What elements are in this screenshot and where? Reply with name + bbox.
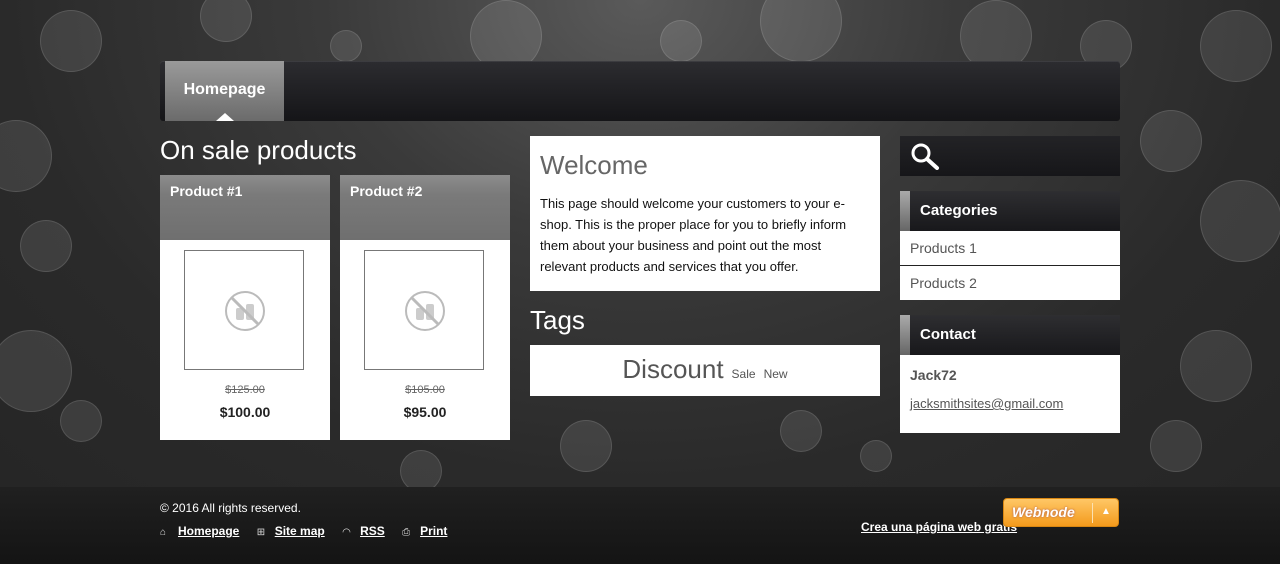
- product-card[interactable]: Product #1 $125.00 $100.00: [160, 175, 330, 440]
- contact-panel: Jack72 jacksmithsites@gmail.com: [900, 355, 1120, 433]
- print-icon: ⎙: [402, 527, 411, 538]
- chevron-up-icon[interactable]: ▲: [1101, 506, 1111, 517]
- footer-link-label: Print: [420, 524, 448, 538]
- product-name[interactable]: Product #2: [340, 175, 510, 240]
- product-old-price: $125.00: [225, 384, 265, 396]
- badge-divider: [1092, 503, 1093, 523]
- footer-link-homepage[interactable]: ⌂ Homepage: [160, 524, 239, 538]
- categories-heading: Categories: [900, 191, 1120, 231]
- copyright-text: © 2016 All rights reserved.: [160, 501, 301, 515]
- footer-link-label: Site map: [274, 524, 325, 538]
- create-website-link[interactable]: Crea una página web gratis: [861, 520, 1017, 534]
- sitemap-icon: ⊞: [256, 527, 266, 538]
- welcome-title: Welcome: [540, 150, 648, 180]
- search-box[interactable]: [900, 136, 1120, 176]
- contact-email-link[interactable]: jacksmithsites@gmail.com: [910, 396, 1110, 411]
- product-card[interactable]: Product #2 $105.00 $95.00: [340, 175, 510, 440]
- product-price: $95.00: [403, 404, 447, 420]
- tags-heading: Tags: [530, 305, 585, 335]
- welcome-text: This page should welcome your customers …: [540, 196, 847, 274]
- tag-link-new[interactable]: New: [764, 367, 788, 381]
- product-price: $100.00: [219, 404, 271, 420]
- tag-link-discount[interactable]: Discount: [622, 354, 723, 384]
- active-indicator-icon: [215, 113, 234, 121]
- product-image[interactable]: [184, 250, 304, 370]
- home-icon: ⌂: [160, 527, 167, 538]
- contact-heading: Contact: [900, 315, 1120, 355]
- rss-icon: ◠: [342, 527, 351, 538]
- webnode-badge[interactable]: Webnode ▲: [1003, 498, 1119, 527]
- product-old-price: $105.00: [405, 384, 445, 396]
- tag-cloud: Discount Sale New: [530, 345, 880, 396]
- main-navigation: Homepage: [160, 61, 1120, 121]
- footer-link-sitemap[interactable]: ⊞ Site map: [257, 524, 325, 538]
- footer-link-label: RSS: [360, 524, 385, 538]
- no-image-icon: [405, 291, 445, 331]
- nav-tab-label: Homepage: [183, 81, 266, 98]
- contact-name: Jack72: [910, 367, 957, 383]
- product-name[interactable]: Product #1: [160, 175, 330, 240]
- tag-link-sale[interactable]: Sale: [732, 367, 756, 381]
- no-image-icon: [225, 291, 265, 331]
- product-image[interactable]: [364, 250, 484, 370]
- welcome-panel: Welcome This page should welcome your cu…: [530, 136, 880, 291]
- category-link-products-2[interactable]: Products 2: [900, 266, 1120, 300]
- footer-link-rss[interactable]: ◠ RSS: [342, 524, 385, 538]
- footer-link-print[interactable]: ⎙ Print: [402, 524, 447, 538]
- sale-heading: On sale products: [160, 135, 357, 165]
- search-icon[interactable]: [910, 142, 940, 170]
- footer-links: ⌂ Homepage ⊞ Site map ◠ RSS ⎙ Print: [160, 524, 461, 538]
- footer-link-label: Homepage: [178, 524, 240, 538]
- nav-tab-homepage[interactable]: Homepage: [165, 61, 284, 121]
- category-link-products-1[interactable]: Products 1: [900, 231, 1120, 266]
- webnode-logo: Webnode: [1012, 504, 1075, 520]
